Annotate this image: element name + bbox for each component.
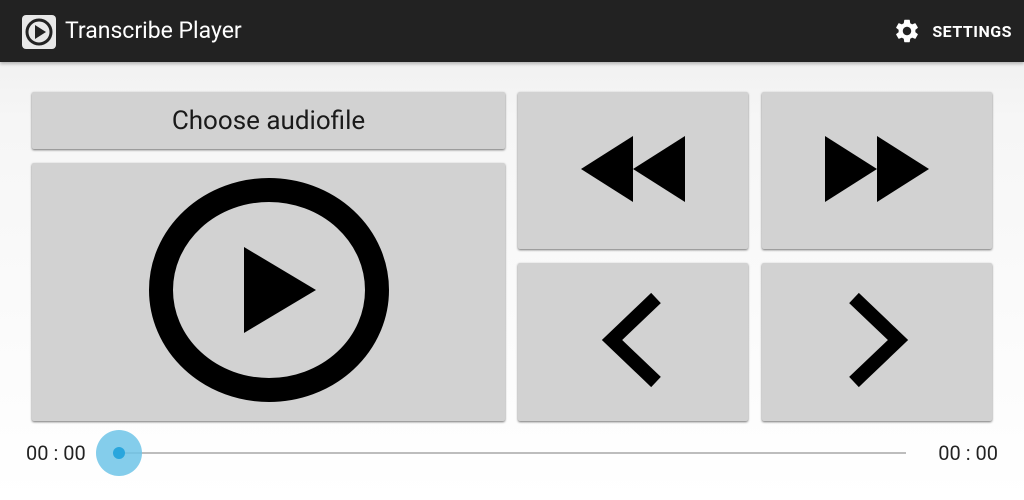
step-forward-button[interactable]	[762, 263, 992, 421]
settings-button[interactable]: SETTINGS	[893, 14, 1012, 48]
seek-thumb-dot	[113, 447, 125, 459]
choose-audiofile-button[interactable]: Choose audiofile	[32, 92, 505, 149]
total-time: 00 : 00	[938, 441, 998, 465]
current-time: 00 : 00	[26, 441, 86, 465]
settings-label: SETTINGS	[932, 21, 1012, 41]
fast-forward-button[interactable]	[762, 92, 992, 249]
rewind-button[interactable]	[518, 92, 748, 249]
play-circle-icon	[148, 177, 390, 407]
chevron-right-icon	[842, 292, 912, 392]
choose-audiofile-label: Choose audiofile	[171, 105, 366, 136]
app-logo-icon	[22, 15, 56, 49]
step-back-button[interactable]	[518, 263, 748, 421]
app-title: Transcribe Player	[65, 17, 242, 44]
gear-icon	[893, 17, 921, 45]
play-button[interactable]	[32, 163, 505, 421]
fast-forward-icon	[825, 135, 929, 206]
action-bar: Transcribe Player SETTINGS	[0, 0, 1024, 62]
seek-thumb[interactable]	[96, 430, 142, 476]
chevron-left-icon	[598, 292, 668, 392]
seek-bar[interactable]	[118, 452, 906, 454]
rewind-icon	[581, 135, 685, 206]
